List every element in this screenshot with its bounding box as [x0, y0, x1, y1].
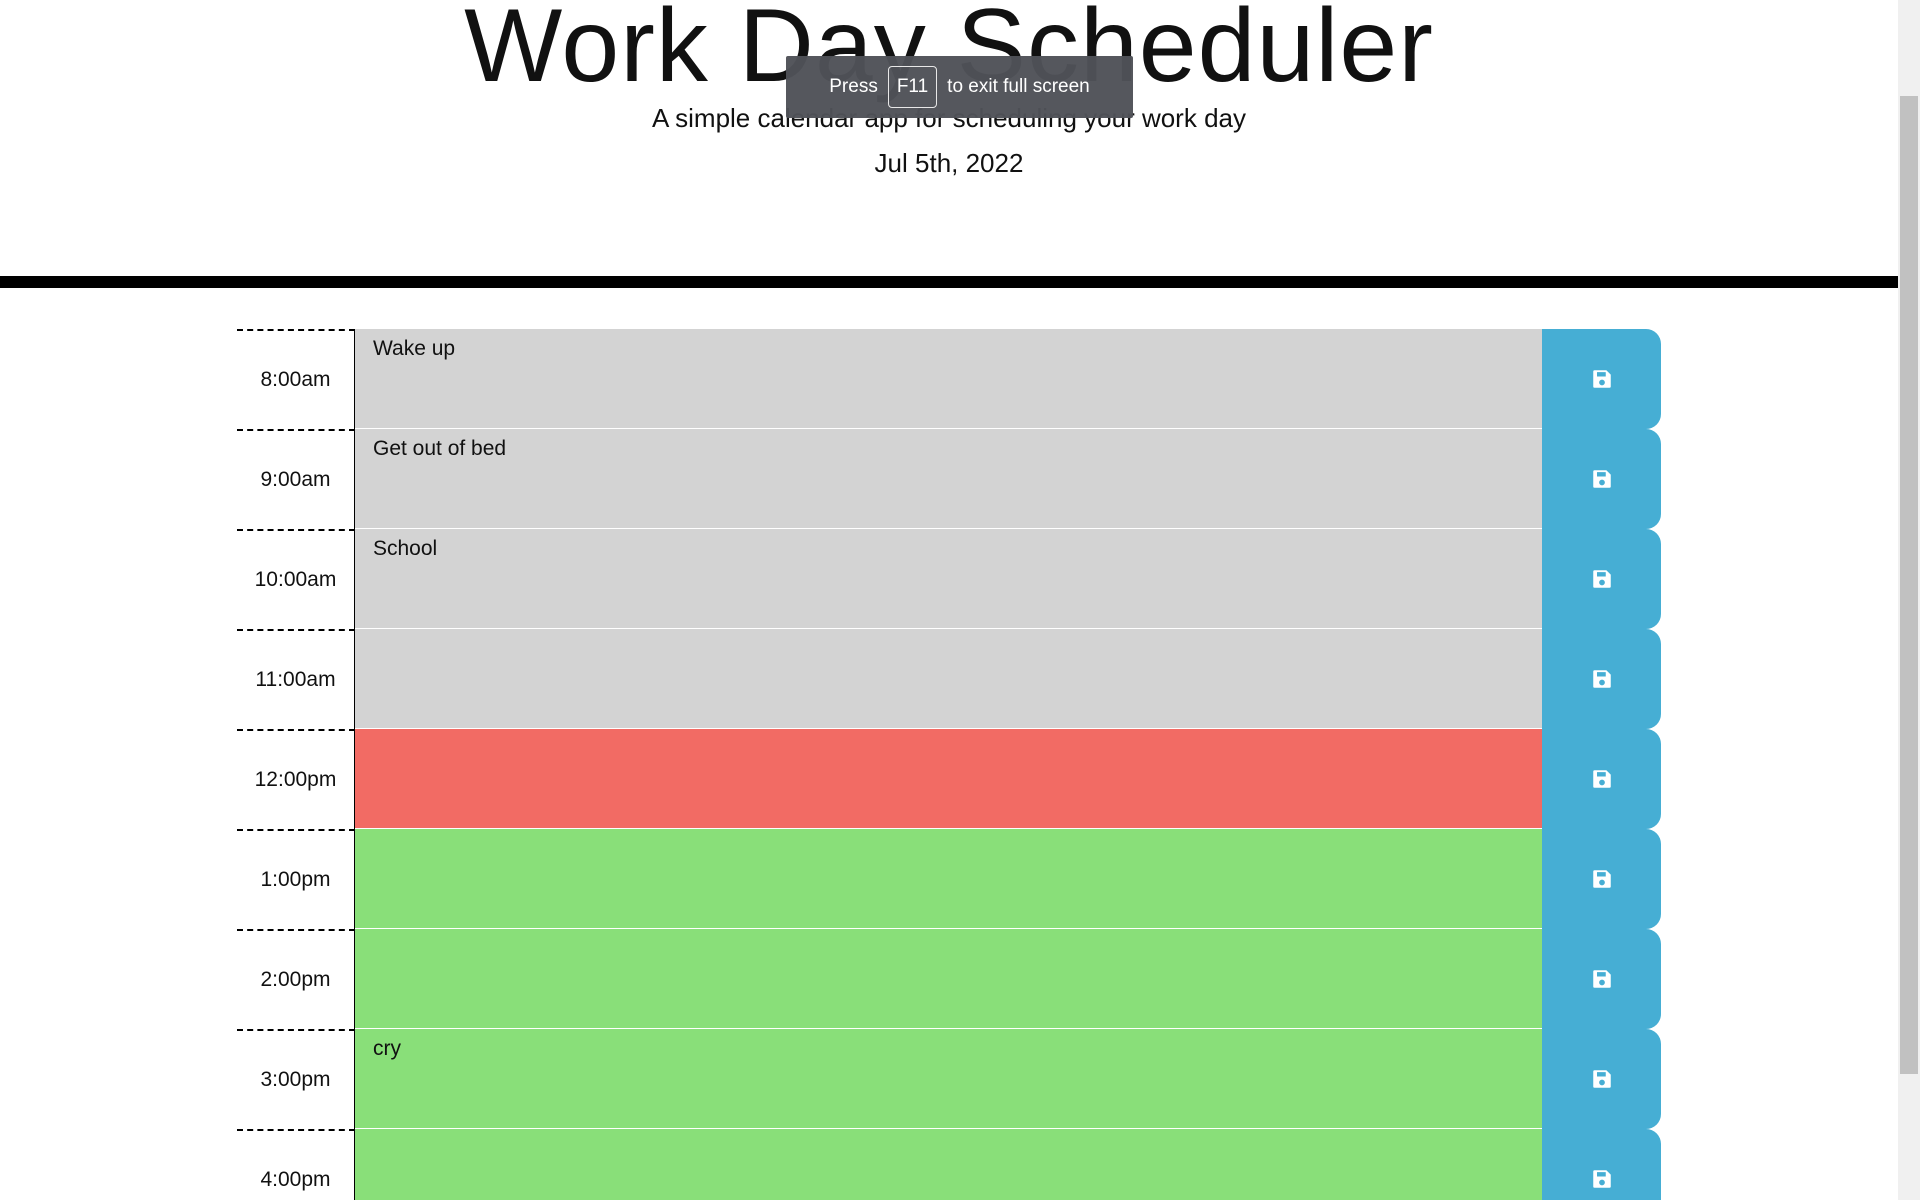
save-button[interactable]: [1542, 529, 1661, 629]
time-block: 4:00pm: [237, 1129, 1661, 1200]
event-description[interactable]: cry: [355, 1029, 1542, 1129]
time-block: 10:00am School: [237, 529, 1661, 629]
current-day: Jul 5th, 2022: [874, 148, 1024, 178]
fullscreen-notice-rest: to exit full screen: [947, 76, 1090, 97]
event-description[interactable]: School: [355, 529, 1542, 629]
scrollbar[interactable]: [1898, 0, 1920, 1200]
save-button[interactable]: [1542, 1129, 1661, 1200]
floppy-disk-icon: [1592, 1070, 1611, 1088]
header: Work Day Scheduler A simple calendar app…: [0, 0, 1898, 288]
floppy-disk-icon: [1592, 370, 1611, 388]
page: Work Day Scheduler A simple calendar app…: [0, 0, 1920, 1200]
floppy-disk-icon: [1592, 570, 1611, 588]
time-block: 11:00am: [237, 629, 1661, 729]
event-description[interactable]: [355, 829, 1542, 929]
floppy-disk-icon: [1592, 1170, 1611, 1188]
hour-label: 10:00am: [237, 529, 355, 629]
hour-label: 3:00pm: [237, 1029, 355, 1129]
save-button[interactable]: [1542, 629, 1661, 729]
time-block: 2:00pm: [237, 929, 1661, 1029]
fullscreen-notice: Press F11 to exit full screen: [786, 56, 1133, 118]
time-block: 8:00am Wake up: [237, 329, 1661, 429]
save-button[interactable]: [1542, 1029, 1661, 1129]
event-description[interactable]: Get out of bed: [355, 429, 1542, 529]
event-description[interactable]: [355, 929, 1542, 1029]
fullscreen-notice-press: Press: [829, 76, 878, 97]
hour-label: 2:00pm: [237, 929, 355, 1029]
hour-label: 11:00am: [237, 629, 355, 729]
time-block: 9:00am Get out of bed: [237, 429, 1661, 529]
save-button[interactable]: [1542, 729, 1661, 829]
hour-label: 8:00am: [237, 329, 355, 429]
hour-label: 12:00pm: [237, 729, 355, 829]
floppy-disk-icon: [1592, 970, 1611, 988]
save-button[interactable]: [1542, 829, 1661, 929]
save-button[interactable]: [1542, 329, 1661, 429]
event-description[interactable]: [355, 629, 1542, 729]
time-block: 1:00pm: [237, 829, 1661, 929]
hour-label: 9:00am: [237, 429, 355, 529]
fullscreen-key: F11: [887, 66, 938, 108]
save-button[interactable]: [1542, 429, 1661, 529]
floppy-disk-icon: [1592, 670, 1611, 688]
hour-label: 1:00pm: [237, 829, 355, 929]
event-description[interactable]: [355, 1129, 1542, 1200]
time-block: 3:00pm cry: [237, 1029, 1661, 1129]
save-button[interactable]: [1542, 929, 1661, 1029]
floppy-disk-icon: [1592, 470, 1611, 488]
event-description[interactable]: [355, 729, 1542, 829]
scrollbar-thumb[interactable]: [1900, 96, 1918, 1074]
time-block: 12:00pm: [237, 729, 1661, 829]
event-description[interactable]: Wake up: [355, 329, 1542, 429]
floppy-disk-icon: [1592, 870, 1611, 888]
hour-label: 4:00pm: [237, 1129, 355, 1200]
scheduler: 8:00am Wake up 9:00am Get out of bed 10:…: [237, 329, 1661, 1200]
floppy-disk-icon: [1592, 770, 1611, 788]
